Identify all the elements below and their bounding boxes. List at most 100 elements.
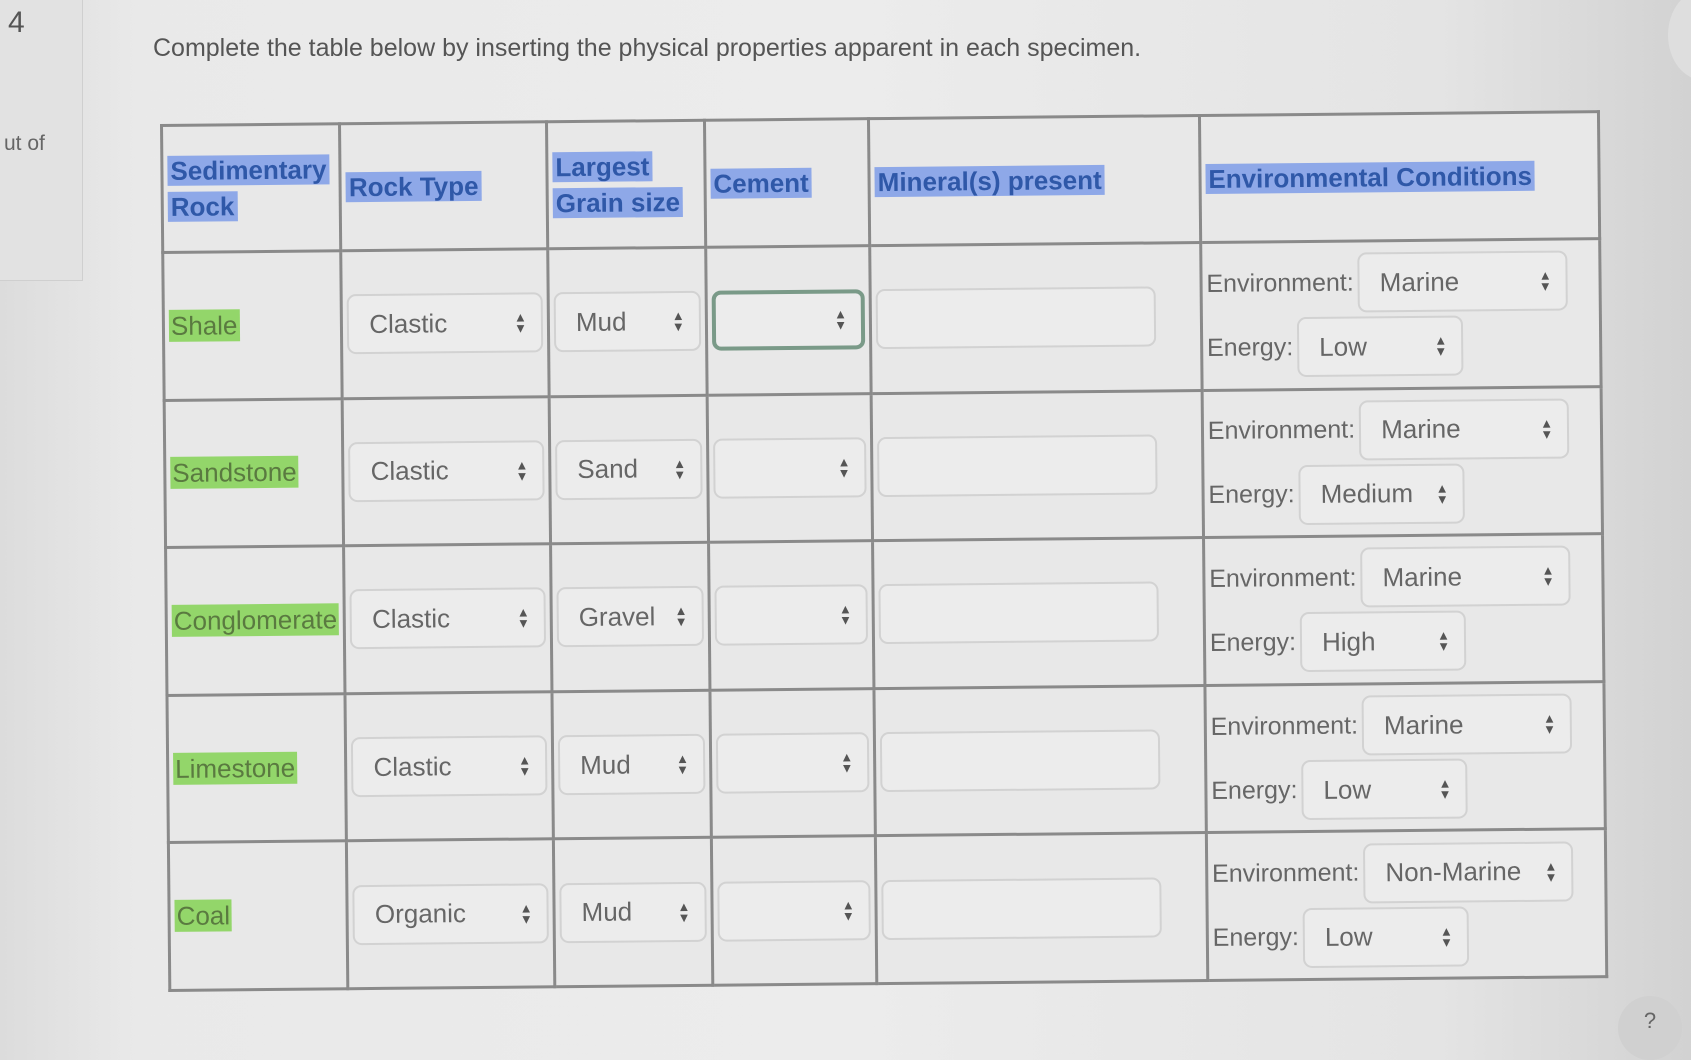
energy-row: Energy: Medium ▲ ▼ [1208, 462, 1597, 526]
grain-size-select[interactable]: Gravel ▲ ▼ [556, 586, 704, 648]
select-value: Clastic [371, 603, 451, 634]
energy-select[interactable]: Medium ▲ ▼ [1298, 463, 1465, 525]
table-row-coal: Coal Organic ▲ ▼ Mud ▲ ▼ ▲ ▼ Environment: Non-… [168, 829, 1607, 991]
rock-cell: Limestone [166, 693, 347, 843]
select-arrows-icon: ▲ ▼ [837, 454, 851, 481]
cement-select[interactable]: ▲ ▼ [715, 732, 870, 794]
question-number: 4 [8, 6, 25, 39]
minerals-input[interactable] [881, 877, 1162, 940]
energy-select[interactable]: Low ▲ ▼ [1301, 758, 1468, 821]
environment-row: Environment: Marine ▲ ▼ [1210, 693, 1599, 757]
grain-size-select[interactable]: Sand ▲ ▼ [555, 438, 703, 501]
select-arrows-icon: ▲ ▼ [1538, 267, 1552, 295]
select-value: Low [1323, 773, 1372, 805]
select-arrows-icon: ▲ ▼ [1540, 415, 1554, 442]
select-value: Low [1324, 921, 1373, 953]
select-arrows-icon: ▲ ▼ [1437, 628, 1451, 655]
select-arrows-icon: ▲ ▼ [513, 309, 528, 336]
header-minerals: Mineral(s) present [868, 115, 1201, 246]
cement-select[interactable]: ▲ ▼ [712, 437, 867, 499]
select-arrows-icon: ▲ ▼ [841, 897, 855, 924]
energy-select[interactable]: Low ▲ ▼ [1302, 906, 1470, 968]
rock-type-select[interactable]: Organic ▲ ▼ [352, 882, 549, 945]
select-value: Low [1319, 331, 1368, 362]
rock-type-select[interactable]: Clastic ▲ ▼ [346, 292, 544, 355]
environment-select[interactable]: Marine ▲ ▼ [1360, 545, 1571, 608]
question-instruction: Complete the table below by inserting th… [153, 34, 1142, 62]
grain-size-select[interactable]: Mud ▲ ▼ [557, 733, 706, 796]
grain-size-select[interactable]: Mud ▲ ▼ [559, 881, 707, 943]
select-value: Marine [1379, 266, 1460, 298]
select-value: Sand [577, 453, 639, 485]
select-value: Mud [580, 749, 631, 780]
rock-cell: Coal [168, 841, 349, 991]
energy-row: Energy: Low ▲ ▼ [1207, 315, 1596, 379]
rock-type-select[interactable]: Clastic ▲ ▼ [349, 587, 547, 650]
select-arrows-icon: ▲ ▼ [519, 900, 533, 927]
select-arrows-icon: ▲ ▼ [1434, 332, 1448, 360]
rock-type-select[interactable]: Clastic ▲ ▼ [348, 440, 545, 503]
header-cement-label: Cement [710, 167, 812, 199]
minerals-input[interactable] [879, 729, 1161, 793]
header-grain-line2: Grain size [552, 186, 684, 219]
question-info-panel: 4 ut of [0, 0, 83, 281]
energy-row: Energy: Low ▲ ▼ [1212, 905, 1601, 969]
minerals-input[interactable] [877, 434, 1158, 498]
select-arrows-icon: ▲ ▼ [674, 603, 688, 630]
energy-select[interactable]: Low ▲ ▼ [1296, 315, 1464, 378]
select-value: Marine [1380, 413, 1461, 445]
select-arrows-icon: ▲ ▼ [840, 749, 854, 776]
help-button[interactable]: ? [1618, 996, 1682, 1060]
rock-name: Coal [174, 899, 233, 933]
header-grain-size: Largest Grain size [546, 120, 706, 249]
environment-select[interactable]: Marine ▲ ▼ [1361, 693, 1573, 756]
environment-select[interactable]: Marine ▲ ▼ [1358, 398, 1570, 461]
rock-type-select[interactable]: Clastic ▲ ▼ [351, 735, 548, 798]
header-rock-line1: Sedimentary [167, 153, 330, 186]
minerals-input[interactable] [878, 581, 1160, 645]
select-value: Non-Marine [1385, 856, 1522, 888]
minerals-input[interactable] [875, 286, 1157, 350]
header-rock-type: Rock Type [339, 121, 548, 251]
cement-select[interactable]: ▲ ▼ [711, 289, 866, 352]
environment-select[interactable]: Non-Marine ▲ ▼ [1363, 841, 1574, 904]
select-arrows-icon: ▲ ▼ [675, 751, 690, 778]
table-row-shale: Shale Clastic ▲ ▼ Mud ▲ ▼ ▲ ▼ Environment: Mar… [162, 238, 1602, 401]
energy-row: Energy: High ▲ ▼ [1210, 610, 1599, 674]
environment-row: Environment: Marine ▲ ▼ [1209, 545, 1598, 610]
energy-select[interactable]: High ▲ ▼ [1299, 610, 1467, 673]
select-value: Mud [581, 896, 633, 928]
select-arrows-icon: ▲ ▼ [1435, 480, 1449, 507]
environment-row: Environment: Non-Marine ▲ ▼ [1212, 841, 1601, 905]
header-environment: Environmental Conditions [1199, 111, 1600, 243]
select-value: Clastic [369, 308, 448, 339]
select-arrows-icon: ▲ ▼ [518, 752, 532, 779]
select-arrows-icon: ▲ ▼ [673, 455, 687, 482]
table-row-limestone: Limestone Clastic ▲ ▼ Mud ▲ ▼ ▲ ▼ Environment… [166, 681, 1606, 843]
table-row-conglomerate: Conglomerate Clastic ▲ ▼ Gravel ▲ ▼ ▲ ▼ Envir… [165, 533, 1604, 696]
header-grain-line1: Largest [552, 150, 653, 182]
select-value: Clastic [370, 455, 449, 487]
header-rock-line2: Rock [167, 191, 238, 222]
points-out-of: ut of [4, 132, 45, 155]
select-arrows-icon: ▲ ▼ [1439, 923, 1453, 950]
cement-select[interactable]: ▲ ▼ [714, 584, 869, 647]
environment-label: Environment: [1206, 268, 1354, 298]
select-arrows-icon: ▲ ▼ [838, 601, 852, 628]
select-arrows-icon: ▲ ▼ [1438, 775, 1452, 802]
environment-select[interactable]: Marine ▲ ▼ [1357, 250, 1568, 313]
cement-select[interactable]: ▲ ▼ [717, 879, 871, 942]
select-arrows-icon: ▲ ▼ [671, 308, 685, 335]
select-arrows-icon: ▲ ▼ [1541, 563, 1555, 590]
select-arrows-icon: ▲ ▼ [1542, 710, 1557, 737]
select-value: Marine [1382, 561, 1463, 593]
energy-row: Energy: Low ▲ ▼ [1211, 757, 1600, 821]
energy-label: Energy: [1212, 923, 1300, 953]
environment-cell: Environment: Non-Marine ▲ ▼ Energy: Low ▲ ▼ [1206, 829, 1607, 981]
energy-label: Energy: [1206, 332, 1294, 362]
environment-label: Environment: [1210, 711, 1359, 741]
environment-label: Environment: [1209, 563, 1357, 593]
header-rock-type-label: Rock Type [345, 170, 482, 203]
environment-cell: Environment: Marine ▲ ▼ Energy: Medium ▲ ▼ [1201, 386, 1603, 538]
grain-size-select[interactable]: Mud ▲ ▼ [553, 291, 702, 353]
